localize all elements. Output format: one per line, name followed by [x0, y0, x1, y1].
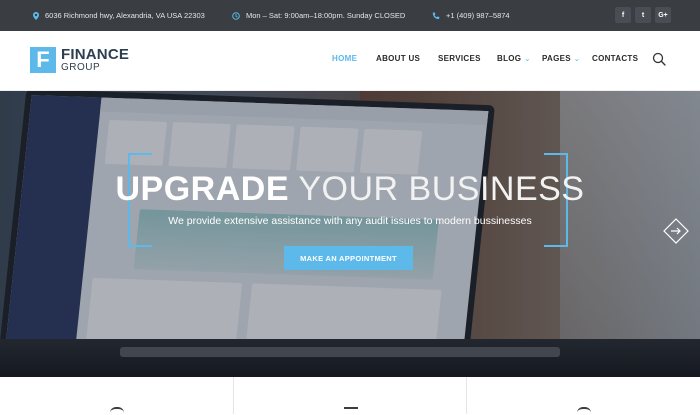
top-info-bar: 6036 Richmond hwy, Alexandria, VA USA 22… [0, 0, 700, 31]
location-pin-icon [33, 11, 39, 20]
address-info: 6036 Richmond hwy, Alexandria, VA USA 22… [33, 0, 205, 31]
nav-item-pages[interactable]: PAGES ⌄ [542, 54, 580, 63]
hero-headline-bold: UPGRADE [115, 170, 290, 208]
feature-column [0, 377, 234, 414]
facebook-icon[interactable]: f [615, 7, 631, 23]
feature-column [467, 377, 700, 414]
site-header: F FINANCE GROUP HOME ABOUT US SERVICES B… [0, 31, 700, 91]
nav-item-contacts[interactable]: CONTACTS [592, 54, 638, 63]
search-icon[interactable] [652, 52, 666, 66]
google-plus-icon[interactable]: G+ [655, 7, 671, 23]
nav-item-blog[interactable]: BLOG ⌄ [497, 54, 530, 63]
chevron-down-icon: ⌄ [573, 56, 581, 63]
arrow-right-icon[interactable] [663, 218, 689, 244]
features-strip [0, 377, 700, 414]
chevron-down-icon: ⌄ [524, 56, 531, 63]
hero-slider [0, 91, 700, 377]
twitter-icon[interactable]: t [635, 7, 651, 23]
logo-mark: F [30, 47, 56, 73]
hero-headline: UPGRADE YOUR BUSINESS [0, 170, 700, 209]
hero-subline: We provide extensive assistance with any… [168, 215, 532, 227]
nav-item-about-us[interactable]: ABOUT US [376, 54, 420, 63]
phone-icon [432, 12, 440, 20]
hours-text: Mon – Sat: 9:00am–18:00pm. Sunday CLOSED [246, 11, 406, 20]
phone-text[interactable]: +1 (409) 987–5874 [446, 11, 510, 20]
hero-headline-light: YOUR BUSINESS [289, 170, 585, 208]
nav-item-blog-label: BLOG [497, 54, 522, 63]
feature-column [234, 377, 467, 414]
nav-item-home[interactable]: HOME [332, 54, 357, 63]
logo-subtitle: GROUP [61, 62, 101, 73]
nav-item-services[interactable]: SERVICES [438, 54, 481, 63]
nav-item-pages-label: PAGES [542, 54, 571, 63]
clock-icon [232, 11, 240, 20]
logo-title: FINANCE [61, 46, 130, 63]
address-text: 6036 Richmond hwy, Alexandria, VA USA 22… [45, 11, 205, 20]
phone-info: +1 (409) 987–5874 [432, 0, 510, 31]
make-appointment-button[interactable]: MAKE AN APPOINTMENT [284, 246, 413, 270]
hours-info: Mon – Sat: 9:00am–18:00pm. Sunday CLOSED [232, 0, 405, 31]
hero-overlay [0, 91, 700, 377]
